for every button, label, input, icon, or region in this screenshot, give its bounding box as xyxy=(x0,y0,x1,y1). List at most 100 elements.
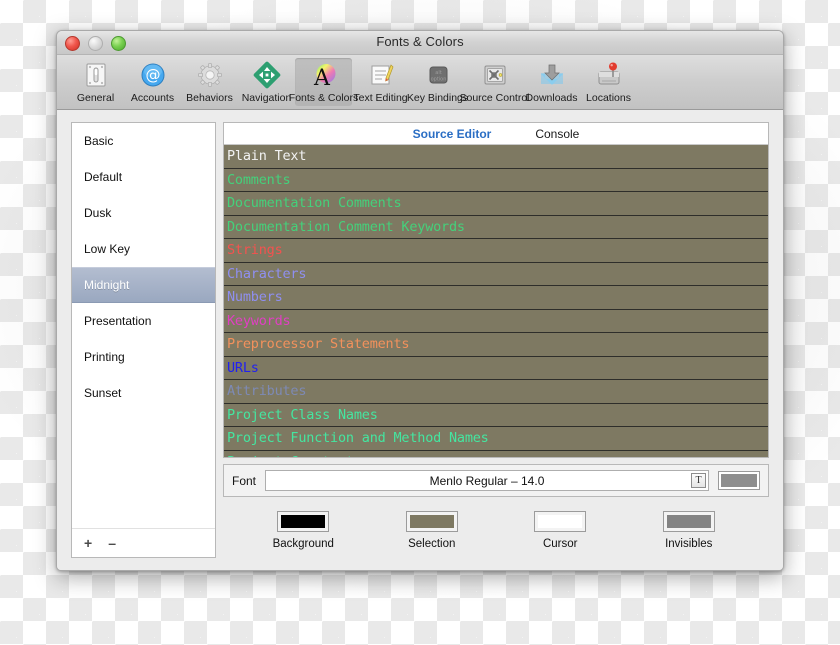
toolbar-item-locations[interactable]: Locations xyxy=(580,58,637,106)
option-key-icon: alt option xyxy=(424,60,452,90)
font-settings-row: Font Menlo Regular – 14.0 T xyxy=(223,464,769,497)
invisibles-color-well[interactable] xyxy=(662,511,715,532)
toolbar-item-text-editing[interactable]: Text Editing xyxy=(352,58,409,106)
font-value-text: Menlo Regular – 14.0 xyxy=(429,473,545,488)
selection-color-fill xyxy=(409,515,454,528)
theme-item-dusk[interactable]: Dusk xyxy=(72,195,215,231)
toolbar-label: Fonts & Colors xyxy=(288,92,359,104)
tab-source-editor[interactable]: Source Editor xyxy=(413,127,492,141)
toolbar-item-downloads[interactable]: Downloads xyxy=(523,58,580,106)
font-value-field[interactable]: Menlo Regular – 14.0 T xyxy=(265,470,709,491)
swatch-background: Background xyxy=(258,511,348,550)
syntax-label: Documentation Comment Keywords xyxy=(227,218,465,235)
theme-item-default[interactable]: Default xyxy=(72,159,215,195)
table-row[interactable]: Project Class Names xyxy=(224,403,768,427)
toolbar-item-accounts[interactable]: @ Accounts xyxy=(124,58,181,106)
at-sign-icon: @ xyxy=(139,60,167,90)
font-picker-button[interactable]: T xyxy=(691,473,706,488)
syntax-label: Project Constants xyxy=(227,454,362,457)
table-row[interactable]: Numbers xyxy=(224,286,768,310)
font-color-fill xyxy=(721,474,757,487)
cursor-color-well[interactable] xyxy=(534,511,587,532)
preferences-window: Fonts & Colors General @ Accounts Behavi… xyxy=(56,30,784,571)
swatch-selection: Selection xyxy=(387,511,477,550)
syntax-label: Plain Text xyxy=(227,148,307,165)
window-title: Fonts & Colors xyxy=(376,34,464,49)
toolbar-item-behaviors[interactable]: Behaviors xyxy=(181,58,238,106)
disk-pin-icon xyxy=(595,60,623,90)
theme-label: Default xyxy=(84,170,123,184)
toolbar-item-fonts-and-colors[interactable]: A Fonts & Colors xyxy=(289,58,358,106)
syntax-label: Project Function and Method Names xyxy=(227,430,489,447)
toolbar-label: Accounts xyxy=(130,92,175,104)
tab-console[interactable]: Console xyxy=(535,127,579,141)
syntax-label: Project Class Names xyxy=(227,406,378,423)
add-theme-button[interactable]: + xyxy=(84,536,92,550)
toolbar-label: Text Editing xyxy=(353,92,408,104)
table-row[interactable]: Keywords xyxy=(224,309,768,333)
svg-text:option: option xyxy=(430,77,446,83)
theme-label: Sunset xyxy=(84,386,122,400)
syntax-row-list[interactable]: Plain Text Comments Documentation Commen… xyxy=(224,145,768,457)
table-row[interactable]: Attributes xyxy=(224,380,768,404)
selection-color-well[interactable] xyxy=(405,511,458,532)
swatch-cursor: Cursor xyxy=(515,511,605,550)
theme-label: Basic xyxy=(84,134,114,148)
table-row[interactable]: Characters xyxy=(224,262,768,286)
syntax-label: Numbers xyxy=(227,289,283,306)
syntax-label: URLs xyxy=(227,359,259,376)
column-tabs: Source Editor Console xyxy=(224,123,768,145)
theme-item-presentation[interactable]: Presentation xyxy=(72,303,215,339)
swatch-label: Background xyxy=(272,538,334,550)
color-wheel-a-icon: A xyxy=(310,60,338,90)
window-titlebar[interactable]: Fonts & Colors xyxy=(57,31,783,55)
syntax-label: Comments xyxy=(227,171,291,188)
font-color-well[interactable] xyxy=(718,471,760,490)
table-row[interactable]: Project Function and Method Names xyxy=(224,427,768,451)
theme-list[interactable]: Basic Default Dusk Low Key Midnight Pres… xyxy=(72,123,215,528)
table-row[interactable]: Project Constants xyxy=(224,450,768,457)
theme-item-sunset[interactable]: Sunset xyxy=(72,375,215,411)
syntax-label: Characters xyxy=(227,265,307,282)
gear-icon xyxy=(196,60,224,90)
theme-label: Printing xyxy=(84,350,125,364)
toolbar-item-source-control[interactable]: Source Control xyxy=(459,58,530,106)
table-row[interactable]: Comments xyxy=(224,168,768,192)
table-row[interactable]: Strings xyxy=(224,239,768,263)
download-tray-icon xyxy=(538,60,566,90)
toolbar-item-navigation[interactable]: Navigation xyxy=(238,58,295,106)
background-color-well[interactable] xyxy=(277,511,330,532)
theme-item-basic[interactable]: Basic xyxy=(72,123,215,159)
theme-item-printing[interactable]: Printing xyxy=(72,339,215,375)
toolbar-item-key-bindings[interactable]: alt option Key Bindings xyxy=(407,58,468,106)
syntax-colors-box: Source Editor Console Plain Text Comment… xyxy=(223,122,769,458)
toolbar-label: Navigation xyxy=(241,92,292,104)
syntax-label: Keywords xyxy=(227,312,291,329)
swatch-invisibles: Invisibles xyxy=(644,511,734,550)
syntax-label: Documentation Comments xyxy=(227,195,402,212)
background-color-fill xyxy=(281,515,326,528)
cursor-color-fill xyxy=(538,515,583,528)
syntax-label: Attributes xyxy=(227,383,307,400)
remove-theme-button[interactable]: – xyxy=(108,536,116,550)
table-row[interactable]: Preprocessor Statements xyxy=(224,333,768,357)
theme-label: Dusk xyxy=(84,206,112,220)
theme-sidebar: Basic Default Dusk Low Key Midnight Pres… xyxy=(71,122,216,558)
swatch-label: Selection xyxy=(408,538,456,550)
theme-item-low-key[interactable]: Low Key xyxy=(72,231,215,267)
toolbar-item-general[interactable]: General xyxy=(67,58,124,106)
syntax-label: Preprocessor Statements xyxy=(227,336,410,353)
safe-vault-icon xyxy=(481,60,509,90)
theme-label: Low Key xyxy=(84,242,131,256)
settings-pane: Source Editor Console Plain Text Comment… xyxy=(223,122,769,558)
table-row[interactable]: URLs xyxy=(224,356,768,380)
toolbar-label: Locations xyxy=(586,92,631,104)
toolbar-label: Downloads xyxy=(525,92,578,104)
theme-item-midnight[interactable]: Midnight xyxy=(72,267,215,303)
table-row[interactable]: Documentation Comments xyxy=(224,192,768,216)
swatch-label: Cursor xyxy=(542,538,578,550)
table-row[interactable]: Documentation Comment Keywords xyxy=(224,215,768,239)
table-row[interactable]: Plain Text xyxy=(224,145,768,169)
font-label: Font xyxy=(232,473,257,488)
pencil-page-icon xyxy=(367,60,395,90)
